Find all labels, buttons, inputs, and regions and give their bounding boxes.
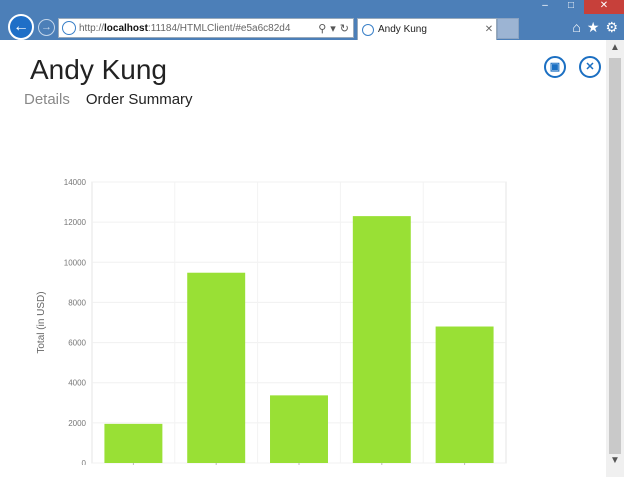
save-icon: ▣	[549, 61, 561, 73]
close-icon: ✕	[585, 61, 595, 73]
search-icon[interactable]: ⚲	[318, 22, 326, 35]
y-tick-label: 10000	[64, 258, 87, 267]
dropdown-icon[interactable]: ▾	[330, 22, 336, 35]
browser-tab[interactable]: Andy Kung ✕	[357, 18, 497, 40]
save-button[interactable]: ▣	[544, 56, 566, 78]
y-tick-label: 4000	[68, 379, 86, 388]
bar[interactable]	[435, 326, 494, 463]
close-button[interactable]: ✕	[579, 56, 601, 78]
window-close-icon[interactable]: ✕	[584, 0, 624, 14]
browser-chrome: – □ ✕ ← → http://localhost:11184/HTMLCli…	[0, 0, 624, 40]
bar[interactable]	[270, 395, 328, 463]
scroll-thumb[interactable]	[609, 58, 621, 454]
back-button[interactable]: ←	[8, 14, 34, 40]
chart-bars	[104, 216, 494, 463]
address-url[interactable]: http://localhost:11184/HTMLClient/#e5a6c…	[79, 23, 318, 34]
url-rest: :11184/HTMLClient/#e5a6c82d4	[147, 22, 291, 34]
bar[interactable]	[187, 272, 246, 463]
vertical-scrollbar[interactable]: ▲ ▼	[606, 40, 624, 477]
minimize-icon[interactable]: –	[532, 0, 558, 14]
page-icon	[62, 21, 76, 35]
chrome-icons: ⌂ ★ ⚙	[572, 19, 618, 36]
y-tick-label: 8000	[68, 298, 86, 307]
home-icon[interactable]: ⌂	[572, 19, 580, 36]
bar[interactable]	[104, 423, 163, 463]
forward-button[interactable]: →	[38, 19, 55, 36]
tab-close-icon[interactable]: ✕	[482, 24, 496, 35]
tab-title: Andy Kung	[378, 24, 427, 35]
page-content: Andy Kung Details Order Summary ▣ ✕ 0 200…	[0, 40, 606, 477]
new-tab-button[interactable]	[497, 18, 519, 39]
page-title: Andy Kung	[30, 54, 167, 85]
address-bar[interactable]: http://localhost:11184/HTMLClient/#e5a6c…	[58, 18, 354, 38]
y-tick-label: 2000	[68, 419, 86, 428]
scroll-up-icon[interactable]: ▲	[606, 40, 624, 56]
screen-tabs: Details Order Summary	[24, 91, 193, 108]
arrow-right-icon: →	[41, 21, 52, 33]
arrow-left-icon: ←	[13, 18, 29, 35]
favorites-icon[interactable]: ★	[587, 19, 600, 36]
gear-icon[interactable]: ⚙	[605, 19, 618, 36]
y-tick-label: 6000	[68, 339, 86, 348]
url-host: localhost	[104, 22, 148, 34]
y-tick-label: 12000	[64, 218, 87, 227]
tab-page-icon	[362, 23, 374, 36]
refresh-icon[interactable]: ↻	[340, 22, 349, 35]
tab-order-summary[interactable]: Order Summary	[86, 91, 193, 108]
y-tick-label: 14000	[64, 178, 87, 187]
bar[interactable]	[352, 216, 411, 463]
window-controls: – □ ✕	[532, 0, 624, 14]
tab-details[interactable]: Details	[24, 91, 70, 108]
y-tick-label: 0	[82, 459, 87, 465]
address-tools: ⚲ ▾ ↻	[318, 22, 353, 35]
maximize-icon[interactable]: □	[558, 0, 584, 14]
order-summary-chart: 02000400060008000100001200014000 '9'10'1…	[36, 178, 507, 465]
url-prefix: http://	[79, 22, 105, 34]
scroll-down-icon[interactable]: ▼	[606, 453, 624, 469]
chart-y-ticks: 0 2000 4000 6000 8000 10000 12000 14000	[64, 178, 87, 465]
y-axis-label: Total (in USD)	[36, 291, 47, 353]
